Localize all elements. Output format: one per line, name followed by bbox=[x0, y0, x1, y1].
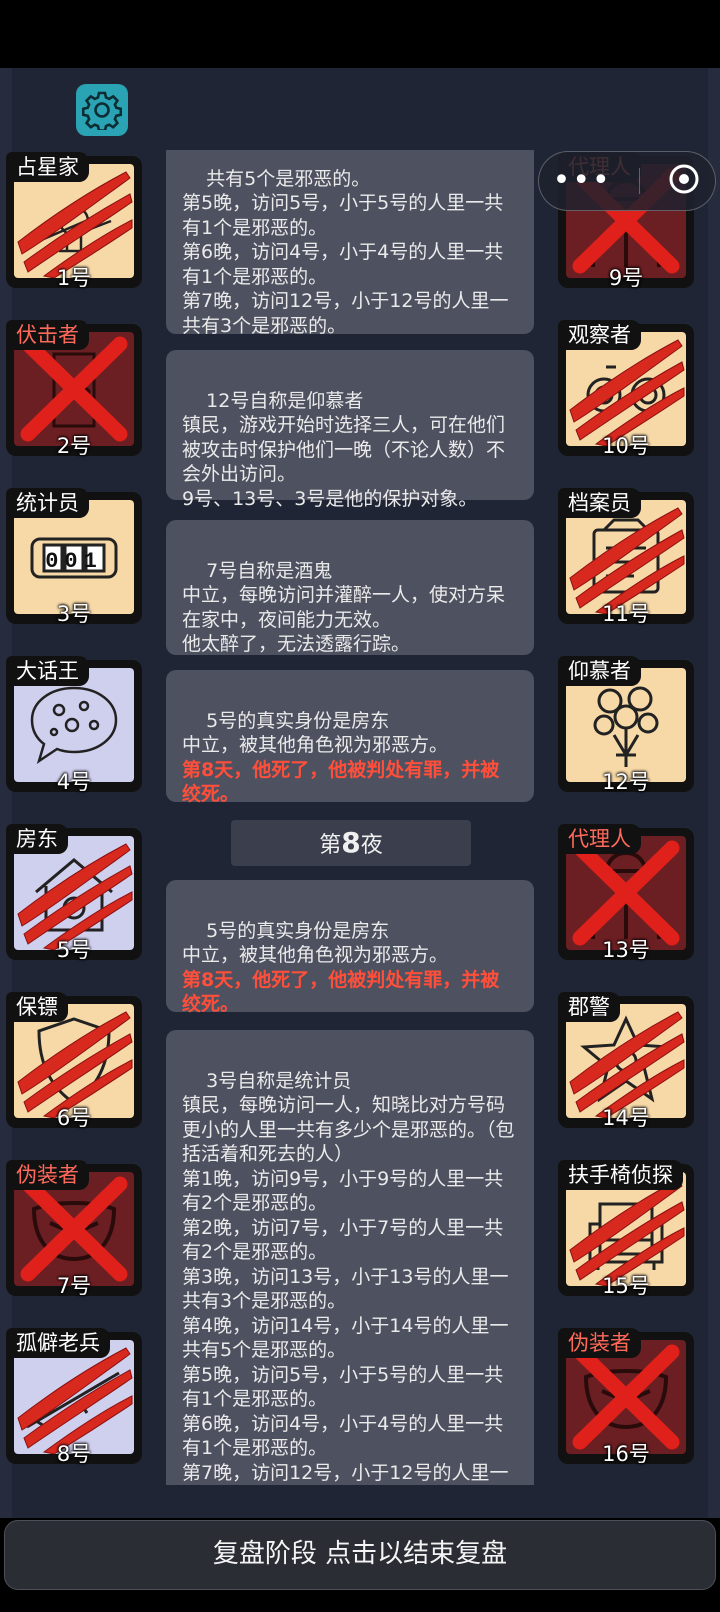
player-card[interactable]: 占星家 1号 bbox=[6, 152, 142, 290]
message-card: 7号自称是酒鬼 中立，每晚访问并灌醉一人，使对方呆在家中，夜间能力无效。 他太醉… bbox=[166, 520, 534, 655]
role-name: 扶手椅侦探 bbox=[558, 1160, 683, 1190]
player-card[interactable]: 伏击者 2号 bbox=[6, 320, 142, 458]
night-suffix: 夜 bbox=[360, 833, 383, 858]
gear-icon bbox=[82, 91, 122, 130]
message-text: 3号自称是统计员 镇民，每晚访问一人，知晓比对方号码更小的人里一共有多少个是邪恶… bbox=[182, 1069, 515, 1484]
player-number: 3号 bbox=[56, 602, 92, 626]
player-card[interactable]: 001 统计员 3号 bbox=[6, 488, 142, 626]
target-close-icon bbox=[669, 164, 699, 194]
role-name: 伏击者 bbox=[6, 320, 89, 350]
status-bar bbox=[0, 0, 720, 68]
role-name: 孤僻老兵 bbox=[6, 1328, 110, 1358]
role-name: 伪装者 bbox=[558, 1328, 641, 1358]
role-name: 档案员 bbox=[558, 488, 641, 518]
message-text: 5号的真实身份是房东 中立，被其他角色视为邪恶方。 bbox=[182, 919, 449, 967]
player-number: 11号 bbox=[602, 602, 650, 626]
player-card[interactable]: 扶手椅侦探 15号 bbox=[558, 1160, 694, 1298]
message-card: 共有5个是邪恶的。 第5晚，访问5号，小于5号的人里一共有1个是邪恶的。 第6晚… bbox=[166, 150, 534, 337]
replay-message-feed[interactable]: 共有5个是邪恶的。 第5晚，访问5号，小于5号的人里一共有1个是邪恶的。 第6晚… bbox=[152, 150, 552, 1485]
capsule-divider bbox=[639, 168, 641, 194]
role-name: 保镖 bbox=[6, 992, 68, 1022]
player-card[interactable]: 代理人 13号 bbox=[558, 824, 694, 962]
miniprogram-capsule: ••• bbox=[538, 151, 716, 211]
player-number: 7号 bbox=[56, 1274, 92, 1298]
player-card[interactable]: 档案员 11号 bbox=[558, 488, 694, 626]
message-card: 5号的真实身份是房东 中立，被其他角色视为邪恶方。 第8天，他死了，他被判处有罪，… bbox=[166, 880, 534, 1015]
player-number: 4号 bbox=[56, 770, 92, 794]
role-name: 统计员 bbox=[6, 488, 89, 518]
player-number: 8号 bbox=[56, 1442, 92, 1466]
role-name: 伪装者 bbox=[6, 1160, 89, 1190]
role-name: 房东 bbox=[6, 824, 68, 854]
message-card: 3号自称是统计员 镇民，每晚访问一人，知晓比对方号码更小的人里一共有多少个是邪恶… bbox=[166, 1030, 534, 1485]
player-card[interactable]: 孤僻老兵 8号 bbox=[6, 1328, 142, 1466]
player-number: 10号 bbox=[602, 434, 650, 458]
death-notice: 第8天，他死了，他被判处有罪，并被绞死。 bbox=[182, 968, 500, 1016]
player-card[interactable]: 大话王 4号 bbox=[6, 656, 142, 794]
player-card[interactable]: 房东 5号 bbox=[6, 824, 142, 962]
close-miniprogram-button[interactable] bbox=[667, 162, 701, 200]
night-divider: 第8夜 bbox=[231, 820, 471, 866]
death-notice: 第8天，他死了，他被判处有罪，并被绞死。 bbox=[182, 758, 500, 806]
counter-digits: 001 bbox=[45, 549, 103, 574]
player-card[interactable]: 观察者 10号 bbox=[558, 320, 694, 458]
player-number: 12号 bbox=[602, 770, 650, 794]
role-name: 仰慕者 bbox=[558, 656, 641, 686]
player-number: 1号 bbox=[56, 266, 92, 290]
message-card: 5号的真实身份是房东 中立，被其他角色视为邪恶方。 第8天，他死了，他被判处有罪，… bbox=[166, 670, 534, 805]
night-number: 8 bbox=[341, 826, 361, 859]
player-number: 14号 bbox=[602, 1106, 650, 1130]
message-card: 12号自称是仰慕者 镇民，游戏开始时选择三人，可在他们被攻击时保护他们一晚（不论… bbox=[166, 350, 534, 510]
player-number: 5号 bbox=[56, 938, 92, 962]
message-text: 12号自称是仰慕者 镇民，游戏开始时选择三人，可在他们被攻击时保护他们一晚（不论… bbox=[182, 389, 506, 510]
player-number: 16号 bbox=[602, 1442, 650, 1466]
player-card[interactable]: 仰慕者 12号 bbox=[558, 656, 694, 794]
settings-button[interactable] bbox=[76, 84, 128, 136]
message-text: 5号的真实身份是房东 中立，被其他角色视为邪恶方。 bbox=[182, 709, 449, 757]
role-name: 观察者 bbox=[558, 320, 641, 350]
message-text: 7号自称是酒鬼 中立，每晚访问并灌醉一人，使对方呆在家中，夜间能力无效。 他太醉… bbox=[182, 559, 506, 656]
more-menu-button[interactable]: ••• bbox=[553, 166, 612, 196]
player-number: 15号 bbox=[602, 1274, 650, 1298]
player-card[interactable]: 郡警 14号 bbox=[558, 992, 694, 1130]
player-number: 13号 bbox=[602, 938, 650, 962]
player-card[interactable]: 伪装者 16号 bbox=[558, 1328, 694, 1466]
player-card[interactable]: 保镖 6号 bbox=[6, 992, 142, 1130]
message-text: 共有5个是邪恶的。 第5晚，访问5号，小于5号的人里一共有1个是邪恶的。 第6晚… bbox=[182, 167, 509, 337]
right-column-strip bbox=[708, 68, 720, 1548]
role-name: 代理人 bbox=[558, 824, 641, 854]
role-name: 郡警 bbox=[558, 992, 620, 1022]
end-replay-label: 复盘阶段 点击以结束复盘 bbox=[212, 1539, 508, 1569]
player-number: 9号 bbox=[608, 266, 644, 290]
role-name: 占星家 bbox=[6, 152, 89, 182]
night-prefix: 第 bbox=[319, 833, 342, 858]
player-number: 6号 bbox=[56, 1106, 92, 1130]
player-card[interactable]: 伪装者 7号 bbox=[6, 1160, 142, 1298]
role-name: 大话王 bbox=[6, 656, 89, 686]
end-replay-button[interactable]: 复盘阶段 点击以结束复盘 bbox=[4, 1520, 716, 1590]
player-number: 2号 bbox=[56, 434, 92, 458]
